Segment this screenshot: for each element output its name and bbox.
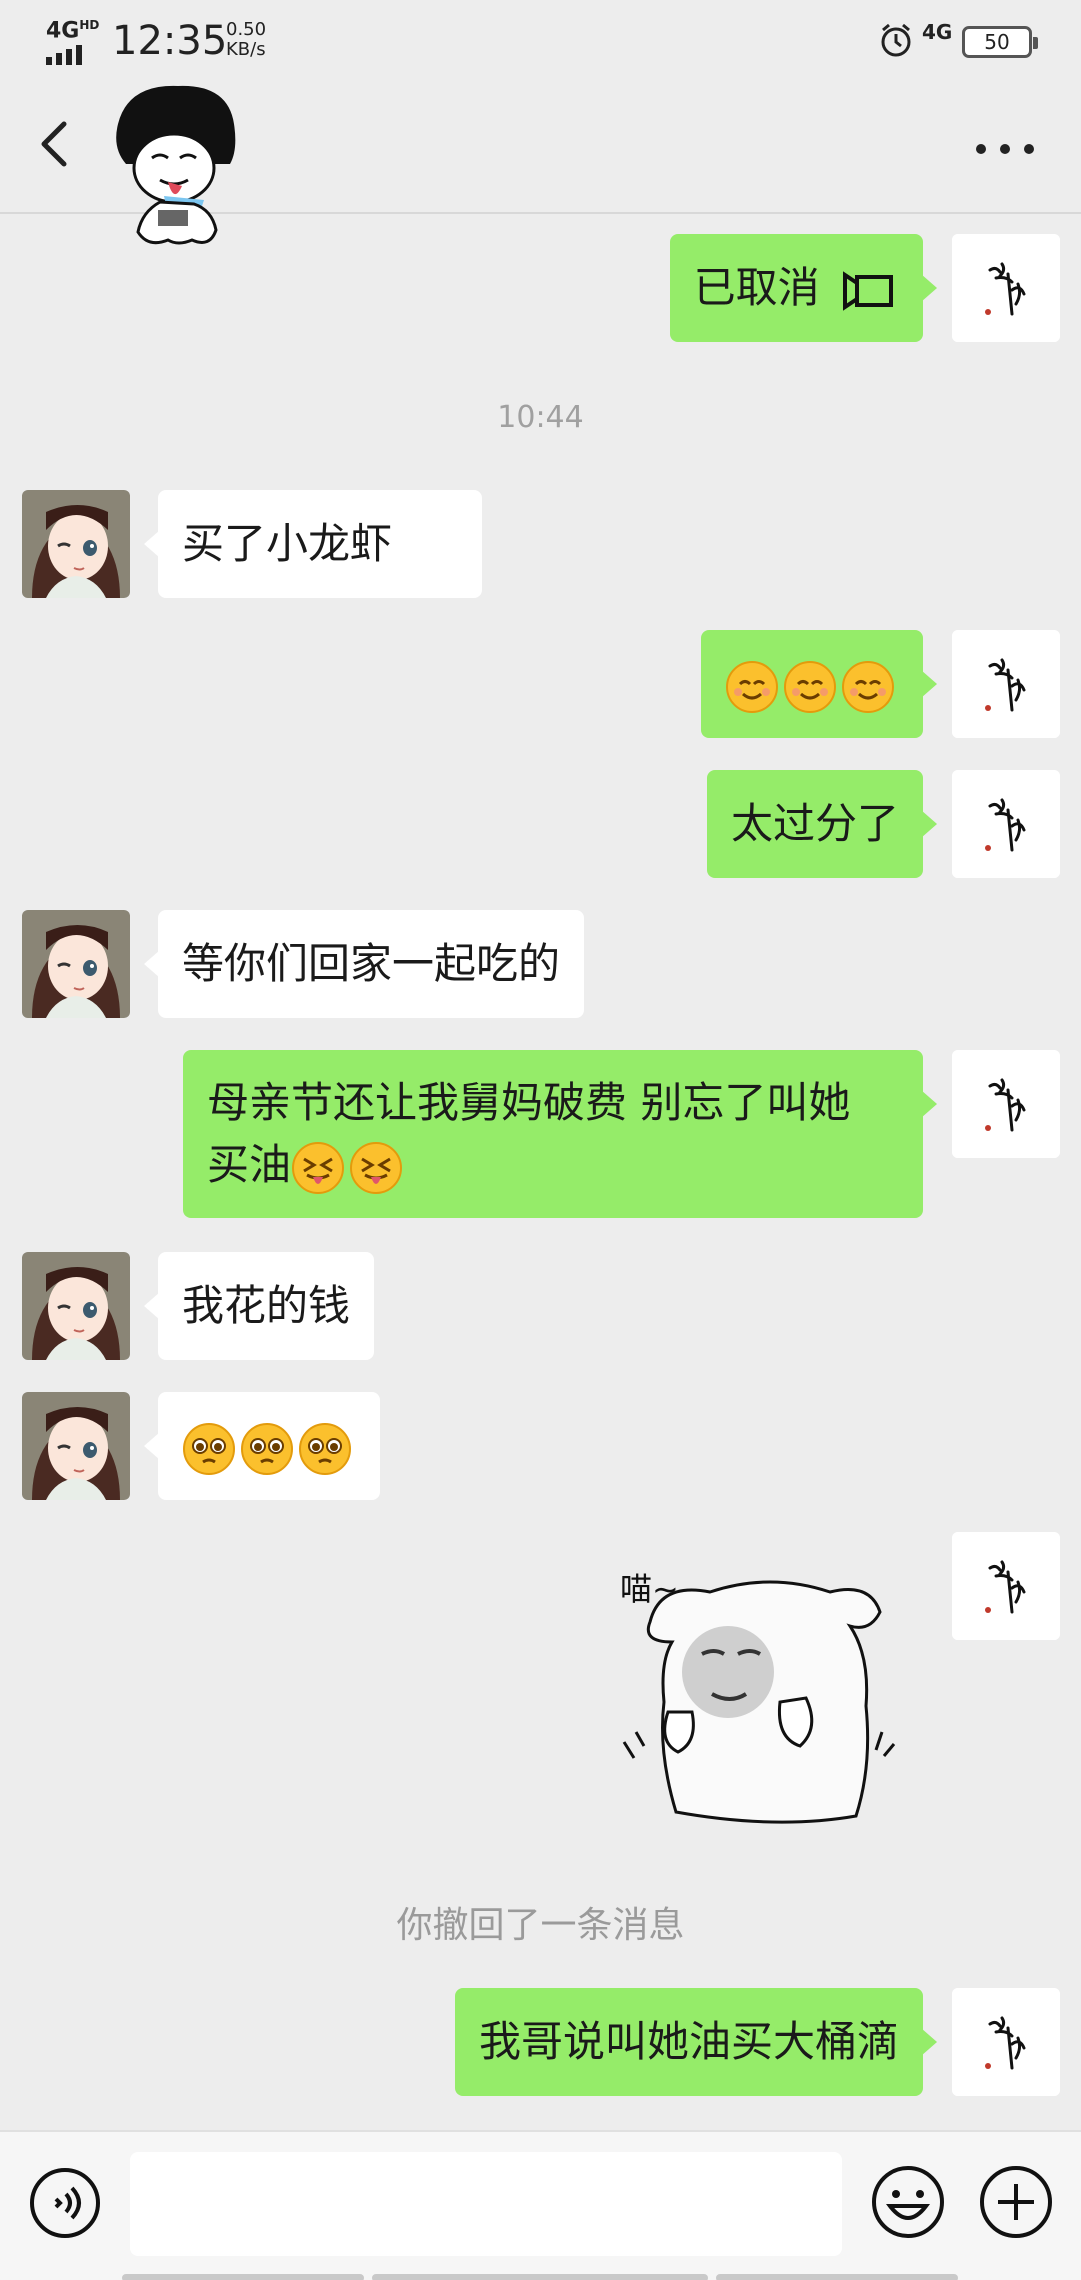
message-bubble-other[interactable]: 我花的钱 (143, 1252, 375, 1360)
pleading-face-emoji (241, 1422, 293, 1475)
recall-notice: 你撤回了一条消息 (396, 1905, 685, 1946)
self-avatar[interactable] (952, 1532, 1060, 1640)
message-text: 我哥说叫她油买大桶滴 (478, 2017, 899, 2066)
speed-value: 0.50 (226, 19, 267, 40)
message-bubble-self[interactable]: 已取消 (669, 234, 938, 342)
network-label: 4G (46, 18, 80, 44)
smiling-face-emoji (784, 660, 836, 713)
nav-gesture-bar (122, 2274, 364, 2280)
nav-gesture-bar (372, 2274, 708, 2280)
pleading-face-emoji (299, 1422, 351, 1475)
smiling-face-emoji (842, 660, 894, 713)
self-avatar[interactable] (952, 1988, 1060, 2096)
message-bubble-other[interactable]: 等你们回家一起吃的 (143, 910, 585, 1018)
pleading-face-emoji (183, 1422, 235, 1475)
message-bubble-self[interactable]: 我哥说叫她油买大桶滴 (454, 1988, 938, 2096)
emoji-icon[interactable] (870, 2164, 946, 2240)
message-bubble-self[interactable] (701, 630, 937, 738)
self-avatar[interactable] (952, 630, 1060, 738)
squinting-tongue-emoji (292, 1141, 345, 1194)
message-text: 等你们回家一起吃的 (182, 939, 561, 988)
message-row: 买了小龙虾 (0, 490, 1081, 598)
message-text: 买了小龙虾 (182, 519, 393, 568)
meme-cat-sticker[interactable] (610, 1562, 910, 1842)
smiling-face-emoji (726, 660, 778, 713)
clock: 12:35 (112, 18, 228, 64)
alarm-icon (881, 23, 911, 57)
message-bubble-self[interactable]: 太过分了 (706, 770, 938, 878)
message-bubble-other[interactable] (144, 1392, 380, 1500)
message-row: 等你们回家一起吃的 (0, 910, 1081, 1018)
self-avatar[interactable] (952, 1050, 1060, 1158)
network-suffix: HD (79, 18, 100, 32)
message-row: 已取消 (0, 234, 1081, 342)
message-row: 太过分了 (0, 770, 1081, 878)
message-bubble-other[interactable]: 买了小龙虾 (144, 490, 482, 598)
signal-icon (46, 45, 99, 66)
contact-message-avatar[interactable] (22, 1252, 130, 1360)
more-horizontal-icon[interactable] (970, 140, 1040, 160)
contact-message-avatar[interactable] (22, 910, 130, 1018)
message-row: 我花的钱 (0, 1252, 1081, 1360)
message-bubble-self[interactable]: 母亲节还让我舅妈破费 别忘了叫她 买油 (183, 1050, 937, 1218)
message-text: 我花的钱 (182, 1281, 351, 1330)
status-bar: 4GHD 12:35 0.50 KB/s 4G 50 (0, 0, 1081, 84)
chevron-left-icon[interactable] (30, 114, 80, 174)
input-bar (0, 2130, 1081, 2280)
contact-message-avatar[interactable] (22, 490, 130, 598)
message-row (0, 630, 1081, 738)
timestamp: 10:44 (497, 400, 584, 435)
self-avatar[interactable] (952, 234, 1060, 342)
self-avatar[interactable] (952, 770, 1060, 878)
message-row: 母亲节还让我舅妈破费 别忘了叫她 买油 (0, 1050, 1081, 1220)
message-text-line: 母亲节还让我舅妈破费 别忘了叫她 (207, 1078, 851, 1127)
message-text: 太过分了 (730, 799, 899, 848)
contact-message-avatar[interactable] (22, 1392, 130, 1500)
message-row: 喵~ (0, 1532, 1081, 1824)
plus-icon[interactable] (978, 2164, 1054, 2240)
voice-icon[interactable] (28, 2166, 102, 2240)
video-call-icon (843, 270, 893, 311)
message-text: 买油 (207, 1140, 292, 1189)
message-text: 已取消 (693, 263, 820, 312)
chat-message-list[interactable]: 已取消 10:44 买了小龙虾 太过分了 等你们回家一起吃的 母亲节还让我舅妈破… (0, 216, 1081, 2130)
speed-unit: KB/s (226, 39, 266, 60)
chat-header (0, 84, 1081, 245)
message-input[interactable] (130, 2152, 842, 2256)
network-indicator: 4GHD (46, 18, 100, 66)
network-speed: 0.50 KB/s (226, 20, 266, 60)
nav-gesture-bar (716, 2274, 958, 2280)
message-row: 我哥说叫她油买大桶滴 (0, 1988, 1081, 2096)
battery-icon: 50 (962, 26, 1038, 58)
network-indicator-right: 4G (922, 20, 953, 44)
message-row (0, 1392, 1081, 1500)
message-text-line: 买油 (207, 1134, 899, 1196)
squinting-tongue-emoji (350, 1141, 403, 1194)
